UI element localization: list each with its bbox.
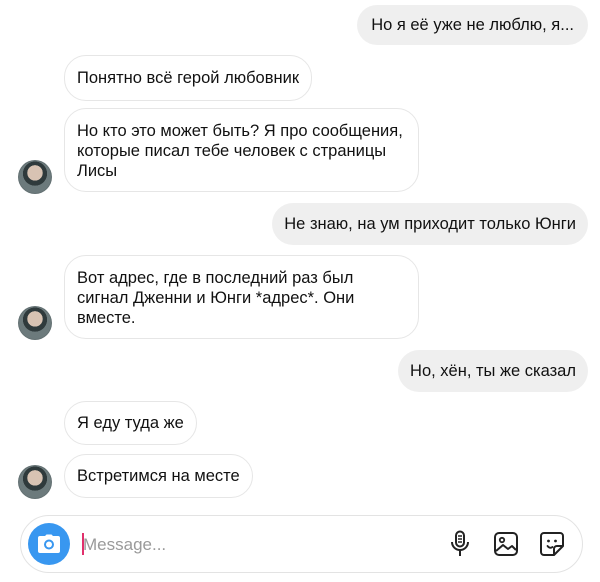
message-text: Но, хён, ты же сказал — [410, 362, 576, 380]
message-bubble-incoming[interactable]: Вот адрес, где в последний раз был сигна… — [64, 255, 419, 339]
message-bubble-incoming[interactable]: Встретимся на месте — [64, 454, 253, 498]
message-bubble-incoming[interactable]: Я еду туда же — [64, 401, 197, 445]
message-text: Вот адрес, где в последний раз был сигна… — [77, 269, 355, 327]
avatar[interactable] — [18, 465, 52, 499]
message-text: Но кто это может быть? Я про сообщения, … — [77, 122, 403, 180]
image-icon — [494, 532, 518, 556]
message-bubble-incoming[interactable]: Понятно всё герой любовник — [64, 55, 313, 101]
message-bubble-incoming[interactable]: Но кто это может быть? Я про сообщения, … — [64, 108, 419, 192]
sticker-icon — [540, 532, 564, 556]
avatar[interactable] — [18, 160, 52, 194]
avatar[interactable] — [18, 306, 52, 340]
message-text: Но я её уже не люблю, я... — [371, 16, 574, 34]
message-bubble-outgoing[interactable]: Но я её уже не люблю, я... — [357, 5, 588, 45]
sticker-button[interactable] — [538, 530, 566, 558]
message-text: Встретимся на месте — [77, 467, 240, 485]
message-text: Не знаю, на ум приходит только Юнги — [284, 215, 576, 233]
message-bubble-outgoing[interactable]: Но, хён, ты же сказал — [398, 350, 588, 392]
message-input[interactable] — [81, 530, 325, 560]
camera-icon — [38, 534, 60, 553]
message-composer — [20, 515, 583, 573]
message-bubble-outgoing[interactable]: Не знаю, на ум приходит только Юнги — [272, 203, 588, 245]
message-text: Я еду туда же — [77, 414, 184, 432]
message-text: Понятно всё герой любовник — [77, 69, 300, 87]
microphone-icon — [451, 530, 469, 556]
voice-message-button[interactable] — [446, 530, 474, 558]
gallery-button[interactable] — [492, 530, 520, 558]
camera-button[interactable] — [28, 523, 70, 565]
